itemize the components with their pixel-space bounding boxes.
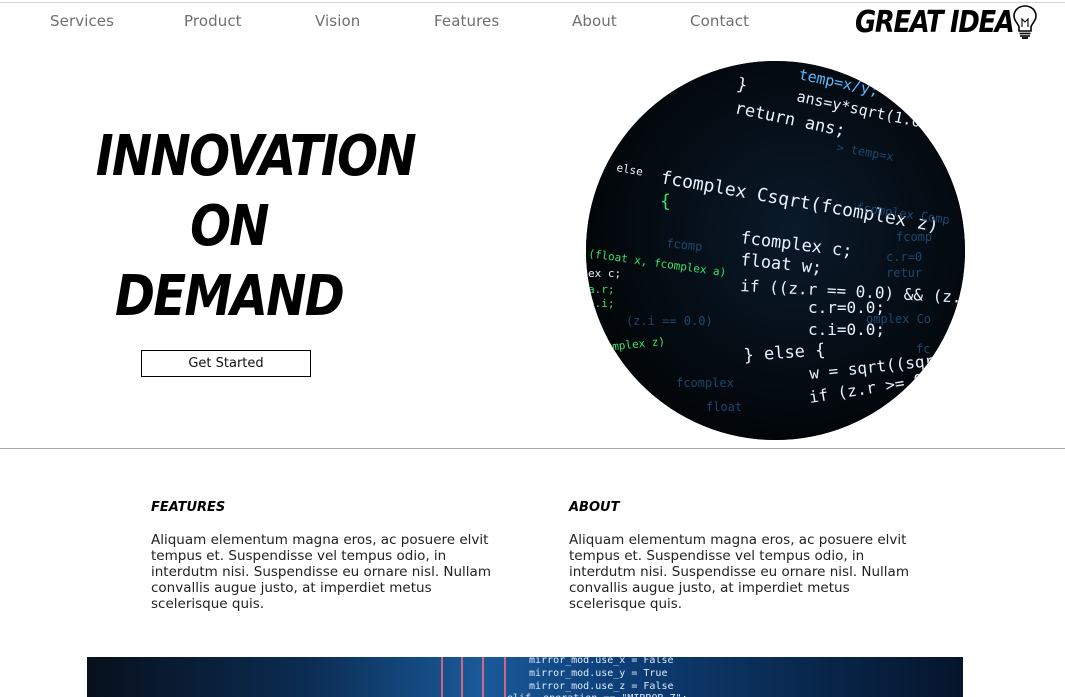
get-started-button[interactable]: Get Started <box>141 350 311 377</box>
svg-text:fcomplex: fcomplex <box>676 376 734 390</box>
hero-code-image: temp=x/y; } ans=y*sqrt(1.0+temp*temp); r… <box>586 61 965 440</box>
svg-text:fc: fc <box>916 342 930 356</box>
nav-vision[interactable]: Vision <box>315 12 360 30</box>
svg-text:retur: retur <box>886 266 922 280</box>
main-nav: Services Product Vision Features About C… <box>0 12 760 34</box>
code-line: { <box>660 191 671 212</box>
svg-text:float: float <box>706 400 742 414</box>
banner-code-line: mirror_mod.use_y = True <box>529 668 667 679</box>
nav-features[interactable]: Features <box>434 12 499 30</box>
hero-title: INNOVATION ON DEMAND <box>74 122 417 332</box>
svg-text:(z.i == 0.0): (z.i == 0.0) <box>626 314 713 328</box>
logo-text: GREAT IDEA <box>855 4 1015 40</box>
banner-code-line: mirror_mod.use_x = False <box>529 657 674 666</box>
lightbulb-icon <box>1013 5 1037 39</box>
features-heading: FEATURES <box>151 500 226 515</box>
features-text: Aliquam elementum magna eros, ac posuere… <box>151 532 491 612</box>
banner-code-illustration: mirror_mod.use_x = False mirror_mod.use_… <box>441 657 688 697</box>
nav-services[interactable]: Services <box>50 12 114 30</box>
banner-code-line: elif _operation == "MIRROR_Z": <box>507 693 688 697</box>
hero-title-line-3: DEMAND <box>114 264 345 329</box>
about-section: ABOUT Aliquam elementum magna eros, ac p… <box>569 500 909 612</box>
hero-title-line-2: ON <box>190 194 270 259</box>
banner-code-line: mirror_mod.use_z = False <box>529 681 674 692</box>
svg-text:fcomp: fcomp <box>896 230 932 244</box>
svg-text:omplex Co: omplex Co <box>866 312 931 326</box>
features-section: FEATURES Aliquam elementum magna eros, a… <box>151 500 491 612</box>
svg-text:c.r=0: c.r=0 <box>886 250 922 264</box>
nav-about[interactable]: About <box>572 12 617 30</box>
bottom-code-banner: mirror_mod.use_x = False mirror_mod.use_… <box>87 657 963 697</box>
code-screen-illustration: temp=x/y; } ans=y*sqrt(1.0+temp*temp); r… <box>586 61 965 440</box>
nav-contact[interactable]: Contact <box>690 12 749 30</box>
about-heading: ABOUT <box>569 500 620 515</box>
code-line: a.r; <box>588 283 615 296</box>
code-line: a.i; <box>588 297 615 310</box>
code-line: ex c; <box>588 267 621 280</box>
about-text: Aliquam elementum magna eros, ac posuere… <box>569 532 909 612</box>
section-divider <box>0 448 1065 449</box>
hero-title-line-1: INNOVATION <box>95 124 417 189</box>
nav-product[interactable]: Product <box>184 12 242 30</box>
logo[interactable]: GREAT IDEA <box>855 3 1039 41</box>
